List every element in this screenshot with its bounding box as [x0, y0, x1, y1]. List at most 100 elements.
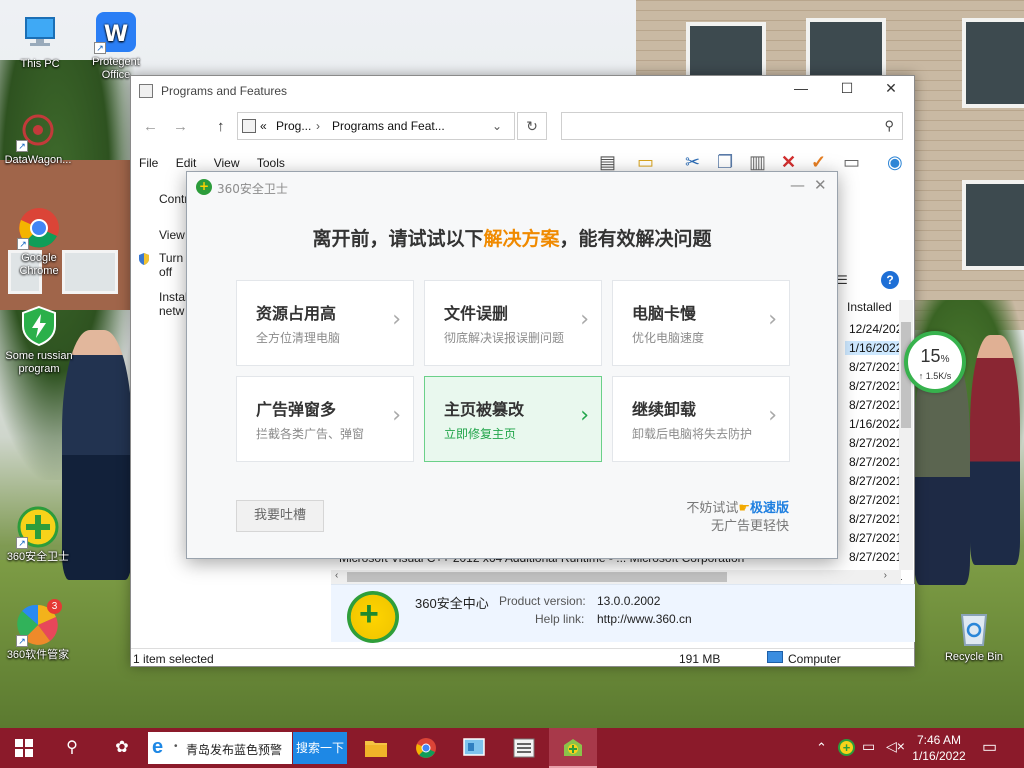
scroll-right-icon[interactable]: › [884, 570, 887, 581]
search-icon[interactable]: ⚲ [60, 736, 84, 760]
globe-icon[interactable]: ◉ [887, 152, 903, 173]
address-bar[interactable]: « Prog... › Programs and Feat... ⌄ [237, 112, 515, 140]
maximize-icon[interactable]: ☐ [827, 80, 867, 102]
desktop-icon-russian-program[interactable]: Some russian program [1, 304, 77, 376]
feedback-button[interactable]: 我要吐槽 [236, 500, 324, 532]
installed-date-cell[interactable]: 8/27/2021 [849, 531, 902, 545]
programs-features-icon[interactable] [512, 736, 536, 760]
card-slow-computer[interactable]: 电脑卡慢 优化电脑速度 › [612, 280, 790, 366]
installed-date-cell[interactable]: 1/16/2022 [849, 417, 902, 431]
installed-date-cell[interactable]: 8/27/2021 [849, 455, 902, 469]
refresh-button[interactable]: ↻ [517, 112, 547, 140]
desktop-icon-360-software[interactable]: 3 ↗ 360软件管家 [0, 599, 76, 662]
side-link-install-network[interactable]: Instal [159, 290, 188, 304]
system-clock[interactable]: 7:46 AM 1/16/2022 [908, 732, 970, 764]
card-homepage-hijacked[interactable]: 主页被篡改 立即修复主页 › [424, 376, 602, 462]
desktop-icon-label: 360安全卫士 [6, 551, 70, 563]
card-file-deleted[interactable]: 文件误删 彻底解决误报误删问题 › [424, 280, 602, 366]
view-options-icon[interactable]: ☰ [837, 273, 848, 287]
dialog-titlebar[interactable]: + 360安全卫士 — ✕ [187, 172, 837, 202]
installed-date-cell[interactable]: 8/27/2021 [849, 493, 902, 507]
installed-date-cell[interactable]: 8/27/2021 [849, 512, 902, 526]
installed-date-cell[interactable]: 8/27/2021 [849, 474, 902, 488]
column-header-installed-on[interactable]: Installed [847, 300, 892, 314]
volume-icon[interactable]: ◁× [886, 738, 905, 755]
desktop-icon-this-pc[interactable]: This PC [2, 12, 78, 71]
properties-icon[interactable]: ▭ [843, 152, 860, 173]
menu-tools[interactable]: Tools [257, 156, 285, 170]
installed-date-cell[interactable]: 12/24/202 [849, 322, 902, 336]
chrome-icon[interactable] [414, 736, 438, 760]
chevron-down-icon[interactable]: ⌄ [492, 119, 502, 133]
notification-icon[interactable]: ▭ [982, 737, 997, 757]
help-link[interactable]: http://www.360.cn [597, 612, 692, 626]
desktop-icon-360-safe[interactable]: ↗ 360安全卫士 [0, 505, 76, 564]
menu-view[interactable]: View [214, 156, 240, 170]
status-size: 191 MB [679, 652, 721, 666]
side-link-view-updates[interactable]: View [159, 228, 185, 242]
side-link-control-panel[interactable]: Contr [159, 192, 188, 206]
back-arrow-icon[interactable]: ← [143, 118, 158, 135]
recycle-bin-icon [952, 605, 996, 649]
help-icon[interactable]: ? [881, 271, 899, 289]
card-subtitle: 卸载后电脑将失去防护 [632, 427, 753, 441]
scroll-left-icon[interactable]: ‹ [335, 570, 338, 581]
card-continue-uninstall[interactable]: 继续卸载 卸载后电脑将失去防护 › [612, 376, 790, 462]
installed-date-cell[interactable]: 8/27/2021 [849, 550, 902, 564]
breadcrumb-overflow[interactable]: « [260, 119, 267, 133]
menu-file[interactable]: File [139, 156, 158, 170]
installed-date-cell[interactable]: 8/27/2021 [849, 398, 902, 412]
copy-icon[interactable]: ❐ [717, 152, 733, 173]
breadcrumb-item[interactable]: Prog... [276, 119, 311, 133]
scrollbar-thumb[interactable] [347, 572, 727, 582]
installed-date-cell[interactable]: 8/27/2021 [849, 436, 902, 450]
cut-icon[interactable]: ✂ [685, 152, 700, 173]
taskbar-active-app[interactable] [549, 728, 597, 768]
breadcrumb-item[interactable]: Programs and Feat... [332, 119, 445, 133]
desktop-icon-datawagon[interactable]: ↗ DataWagon... [0, 108, 76, 167]
window-titlebar[interactable]: Programs and Features — ☐ ✕ [131, 76, 914, 106]
close-icon[interactable]: ✕ [871, 80, 911, 102]
search-input[interactable]: ⚲ [561, 112, 903, 140]
desktop-icon-label: DataWagon... [4, 154, 72, 166]
network-icon[interactable]: ▭ [862, 738, 875, 755]
heading-text: 离开前，请试试以下 [312, 228, 484, 250]
heading-highlight: 解决方案 [483, 228, 560, 250]
side-link-turn-features[interactable]: Turn [159, 251, 183, 265]
horizontal-scrollbar[interactable]: ‹ › [331, 570, 901, 584]
checkmark-icon[interactable]: ✓ [811, 152, 826, 173]
installed-date-cell[interactable]: 8/27/2021 [849, 379, 902, 393]
breadcrumb-separator: › [316, 119, 320, 133]
forward-arrow-icon[interactable]: → [173, 118, 188, 135]
card-high-resource-usage[interactable]: 资源占用高 全方位清理电脑 › [236, 280, 414, 366]
preview-pane-icon[interactable]: ▤ [599, 152, 616, 173]
minimize-icon[interactable]: — [781, 80, 821, 102]
minimize-icon[interactable]: — [790, 176, 805, 194]
side-link-turn-features-2[interactable]: off [159, 265, 172, 279]
folder-icon[interactable]: ▭ [637, 152, 654, 173]
news-headline: 青岛发布蓝色预警 [186, 743, 283, 757]
installed-date-cell[interactable]: 1/16/2022 [845, 341, 903, 355]
card-popup-ads[interactable]: 广告弹窗多 拦截各类广告、弹窗 › [236, 376, 414, 462]
close-icon[interactable]: ✕ [814, 176, 827, 194]
up-arrow-icon[interactable]: ↑ [217, 118, 225, 135]
delete-icon[interactable]: ✕ [781, 152, 796, 173]
lite-version-link[interactable]: 极速版 [750, 501, 789, 516]
desktop-icon-recycle-bin[interactable]: Recycle Bin [936, 605, 1012, 664]
menu-edit[interactable]: Edit [176, 156, 197, 170]
desktop-icon-chrome[interactable]: ↗ Google Chrome [1, 206, 77, 278]
paste-icon[interactable]: ▥ [749, 152, 766, 173]
pinwheel-icon[interactable]: ✿ [110, 736, 134, 760]
side-link-install-network-2[interactable]: netw [159, 304, 184, 318]
start-button[interactable] [12, 736, 36, 760]
file-explorer-icon[interactable] [364, 736, 388, 760]
installed-date-cell[interactable]: 8/27/2021 [849, 360, 902, 374]
taskbar-news-search[interactable]: e • 青岛发布蓝色预警 [148, 732, 292, 764]
taskbar-search-button[interactable]: 搜索一下 [293, 732, 347, 764]
chevron-up-icon[interactable]: ⌃ [816, 740, 827, 756]
card-subtitle: 立即修复主页 [444, 427, 517, 441]
desktop-icon-protegent[interactable]: W ↗ Protegent Office [78, 10, 154, 82]
control-panel-icon[interactable] [462, 736, 486, 760]
360-tray-icon[interactable]: + [838, 739, 855, 756]
network-speed-widget[interactable]: 15% ↑ 1.5K/s [904, 331, 966, 393]
